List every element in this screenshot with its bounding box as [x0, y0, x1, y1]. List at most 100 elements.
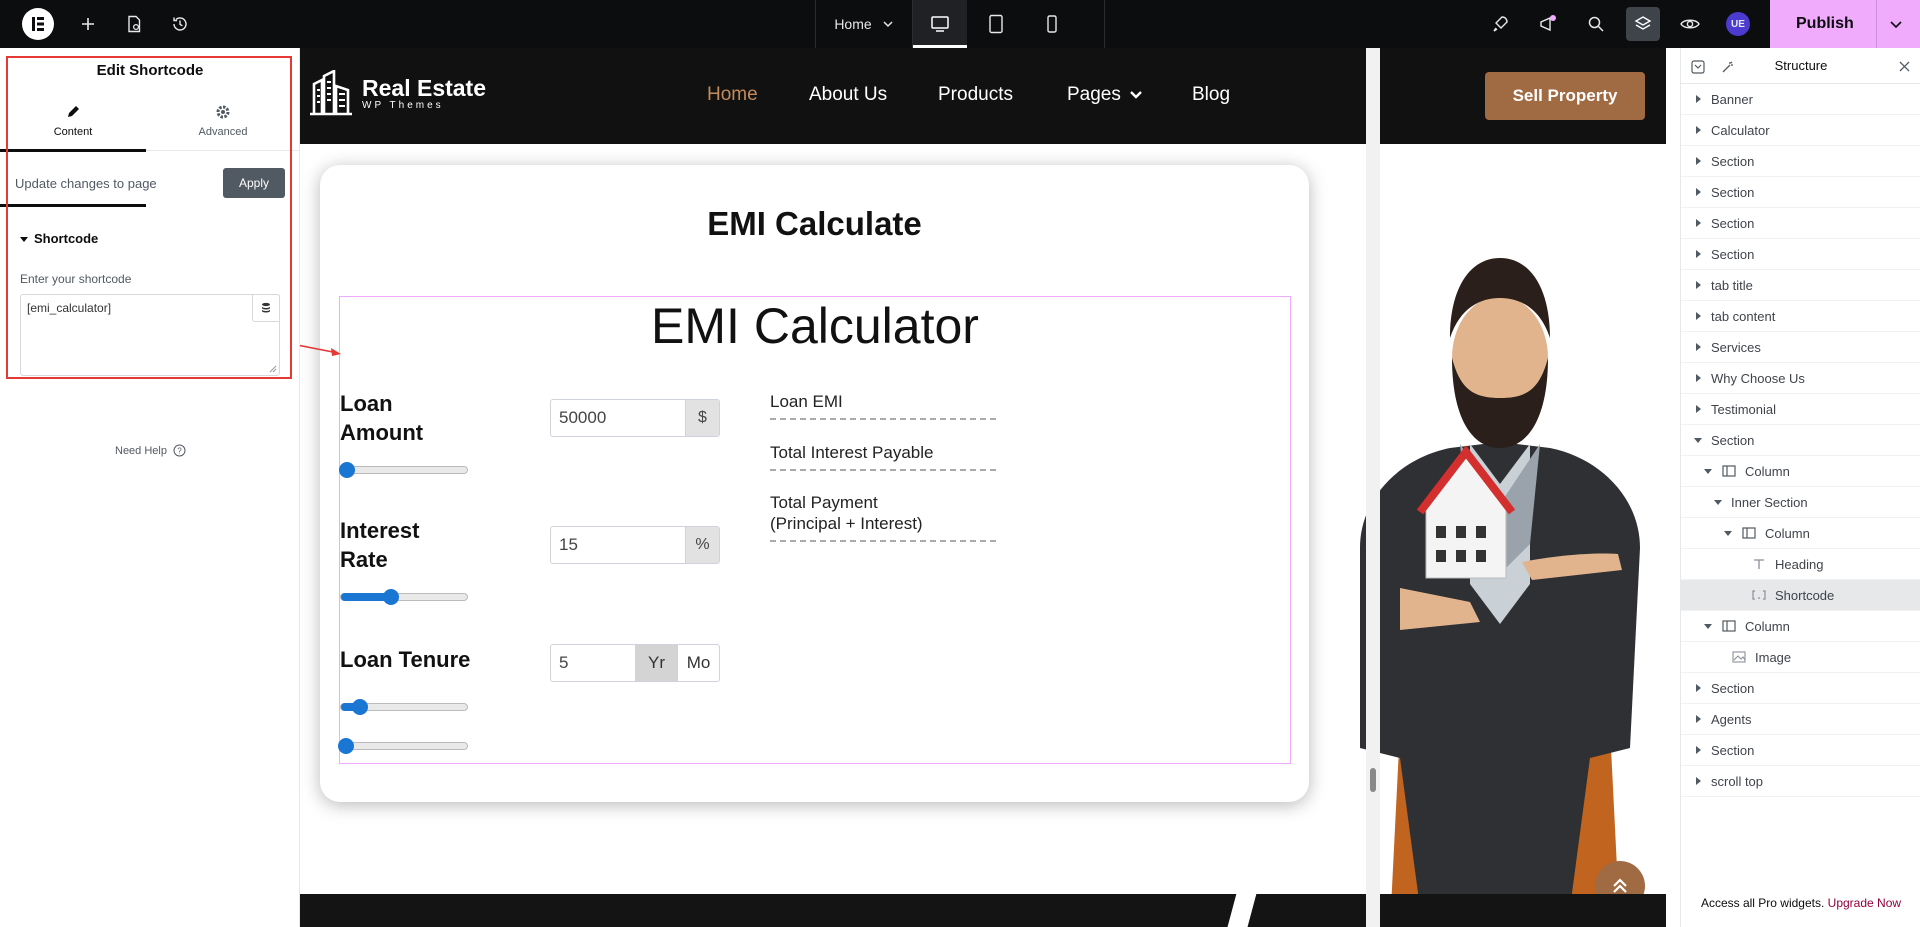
- page-selector[interactable]: Home: [815, 0, 913, 48]
- history-button[interactable]: [164, 0, 196, 48]
- canvas-scrollbar[interactable]: [1366, 48, 1380, 927]
- search-button[interactable]: [1580, 0, 1612, 48]
- loan-amount-slider-handle[interactable]: [339, 462, 355, 478]
- structure-item-column[interactable]: Column: [1681, 518, 1920, 549]
- publish-chevron-down-icon[interactable]: [1888, 16, 1904, 32]
- close-icon[interactable]: [1899, 61, 1910, 72]
- loan-tenure-slider-handle[interactable]: [352, 699, 368, 715]
- caret-right-icon[interactable]: [1693, 280, 1703, 290]
- shortcode-field-label: Enter your shortcode: [20, 272, 132, 286]
- interest-rate-input[interactable]: 15 %: [550, 526, 720, 564]
- interest-rate-unit: %: [685, 527, 719, 563]
- structure-item-why-choose-us[interactable]: Why Choose Us: [1681, 363, 1920, 394]
- caret-right-icon[interactable]: [1693, 373, 1703, 383]
- structure-item-column[interactable]: Column: [1681, 456, 1920, 487]
- shortcode-section-toggle[interactable]: Shortcode: [20, 231, 98, 246]
- dynamic-tags-button[interactable]: [252, 294, 280, 322]
- structure-item-section[interactable]: Section: [1681, 735, 1920, 766]
- caret-spacer: [1733, 590, 1743, 600]
- structure-item-testimonial[interactable]: Testimonial: [1681, 394, 1920, 425]
- user-avatar[interactable]: UE: [1726, 12, 1750, 36]
- loan-amount-slider[interactable]: [339, 462, 468, 478]
- caret-right-icon[interactable]: [1693, 249, 1703, 259]
- loan-tenure-months-slider[interactable]: [338, 738, 468, 754]
- caret-right-icon[interactable]: [1693, 404, 1703, 414]
- loan-tenure-input[interactable]: 5 Yr Mo: [550, 644, 720, 682]
- apply-button[interactable]: Apply: [223, 168, 285, 198]
- double-chevron-up-icon: [1613, 878, 1627, 893]
- caret-down-icon[interactable]: [1703, 466, 1713, 476]
- caret-down-icon[interactable]: [1703, 621, 1713, 631]
- caret-right-icon[interactable]: [1693, 156, 1703, 166]
- tablet-mode-button[interactable]: [969, 0, 1023, 48]
- caret-right-icon[interactable]: [1693, 125, 1703, 135]
- elementor-logo-button[interactable]: [22, 8, 54, 40]
- loan-tenure-months-slider-handle[interactable]: [338, 738, 354, 754]
- structure-item-services[interactable]: Services: [1681, 332, 1920, 363]
- structure-item-image[interactable]: Image: [1681, 642, 1920, 673]
- result-total-interest-label: Total Interest Payable: [770, 443, 934, 462]
- canvas-scrollbar-thumb[interactable]: [1370, 768, 1376, 792]
- caret-right-icon[interactable]: [1693, 311, 1703, 321]
- structure-item-banner[interactable]: Banner: [1681, 84, 1920, 115]
- caret-right-icon[interactable]: [1693, 342, 1703, 352]
- structure-item-section[interactable]: Section: [1681, 146, 1920, 177]
- nav-home[interactable]: Home: [707, 84, 758, 106]
- interest-rate-slider-handle[interactable]: [383, 589, 399, 605]
- shortcode-textarea[interactable]: [emi_calculator]: [20, 294, 280, 376]
- tenure-months-button[interactable]: Mo: [677, 645, 719, 681]
- loan-amount-input[interactable]: 50000 $: [550, 399, 720, 437]
- plus-icon: [82, 18, 94, 30]
- resize-handle-icon[interactable]: [269, 365, 277, 373]
- structure-item-section[interactable]: Section: [1681, 208, 1920, 239]
- structure-toggle-button[interactable]: [1626, 7, 1660, 41]
- nav-blog[interactable]: Blog: [1192, 84, 1230, 106]
- structure-item-column[interactable]: Column: [1681, 611, 1920, 642]
- caret-right-icon[interactable]: [1693, 218, 1703, 228]
- sell-property-button[interactable]: Sell Property: [1485, 72, 1645, 120]
- structure-item-section[interactable]: Section: [1681, 673, 1920, 704]
- nav-products[interactable]: Products: [938, 84, 1013, 106]
- desktop-mode-button[interactable]: [913, 0, 967, 48]
- caret-right-icon[interactable]: [1693, 94, 1703, 104]
- caret-right-icon[interactable]: [1693, 683, 1703, 693]
- interest-rate-slider[interactable]: [340, 589, 468, 605]
- loan-tenure-slider[interactable]: [340, 699, 468, 715]
- upgrade-now-link[interactable]: Upgrade Now: [1828, 896, 1901, 910]
- structure-item-tab-title[interactable]: tab title: [1681, 270, 1920, 301]
- structure-item-heading[interactable]: Heading: [1681, 549, 1920, 580]
- structure-item-label: Column: [1745, 618, 1790, 634]
- tenure-years-button[interactable]: Yr: [635, 645, 677, 681]
- caret-right-icon[interactable]: [1693, 714, 1703, 724]
- caret-right-icon[interactable]: [1693, 187, 1703, 197]
- structure-item-shortcode[interactable]: Shortcode: [1681, 580, 1920, 611]
- structure-item-inner-section[interactable]: Inner Section: [1681, 487, 1920, 518]
- caret-down-icon[interactable]: [1713, 497, 1723, 507]
- structure-item-section[interactable]: Section: [1681, 425, 1920, 456]
- structure-scrollbar[interactable]: [1666, 48, 1680, 927]
- structure-item-calculator[interactable]: Calculator: [1681, 115, 1920, 146]
- caret-right-icon[interactable]: [1693, 745, 1703, 755]
- structure-item-section[interactable]: Section: [1681, 177, 1920, 208]
- interest-rate-value: 15: [559, 535, 578, 554]
- result-loan-emi-label: Loan EMI: [770, 392, 843, 411]
- preview-button[interactable]: [1674, 0, 1706, 48]
- need-help-link[interactable]: Need Help ?: [115, 444, 186, 457]
- publish-button[interactable]: Publish: [1770, 0, 1920, 48]
- annotation-arrow: [300, 344, 341, 356]
- mobile-mode-button[interactable]: [1025, 0, 1079, 48]
- whats-new-button[interactable]: [1532, 0, 1564, 48]
- caret-down-icon[interactable]: [1723, 528, 1733, 538]
- caret-right-icon[interactable]: [1693, 776, 1703, 786]
- structure-item-section[interactable]: Section: [1681, 239, 1920, 270]
- structure-item-tab-content[interactable]: tab content: [1681, 301, 1920, 332]
- nav-pages[interactable]: Pages: [1067, 84, 1143, 106]
- launchpad-button[interactable]: [1484, 0, 1516, 48]
- page-settings-button[interactable]: [118, 0, 150, 48]
- caret-down-icon[interactable]: [1693, 435, 1703, 445]
- panel-title: Edit Shortcode: [96, 62, 204, 79]
- nav-about-us[interactable]: About Us: [809, 84, 887, 106]
- structure-item-scroll-top[interactable]: scroll top: [1681, 766, 1920, 797]
- structure-item-agents[interactable]: Agents: [1681, 704, 1920, 735]
- add-element-button[interactable]: [72, 0, 104, 48]
